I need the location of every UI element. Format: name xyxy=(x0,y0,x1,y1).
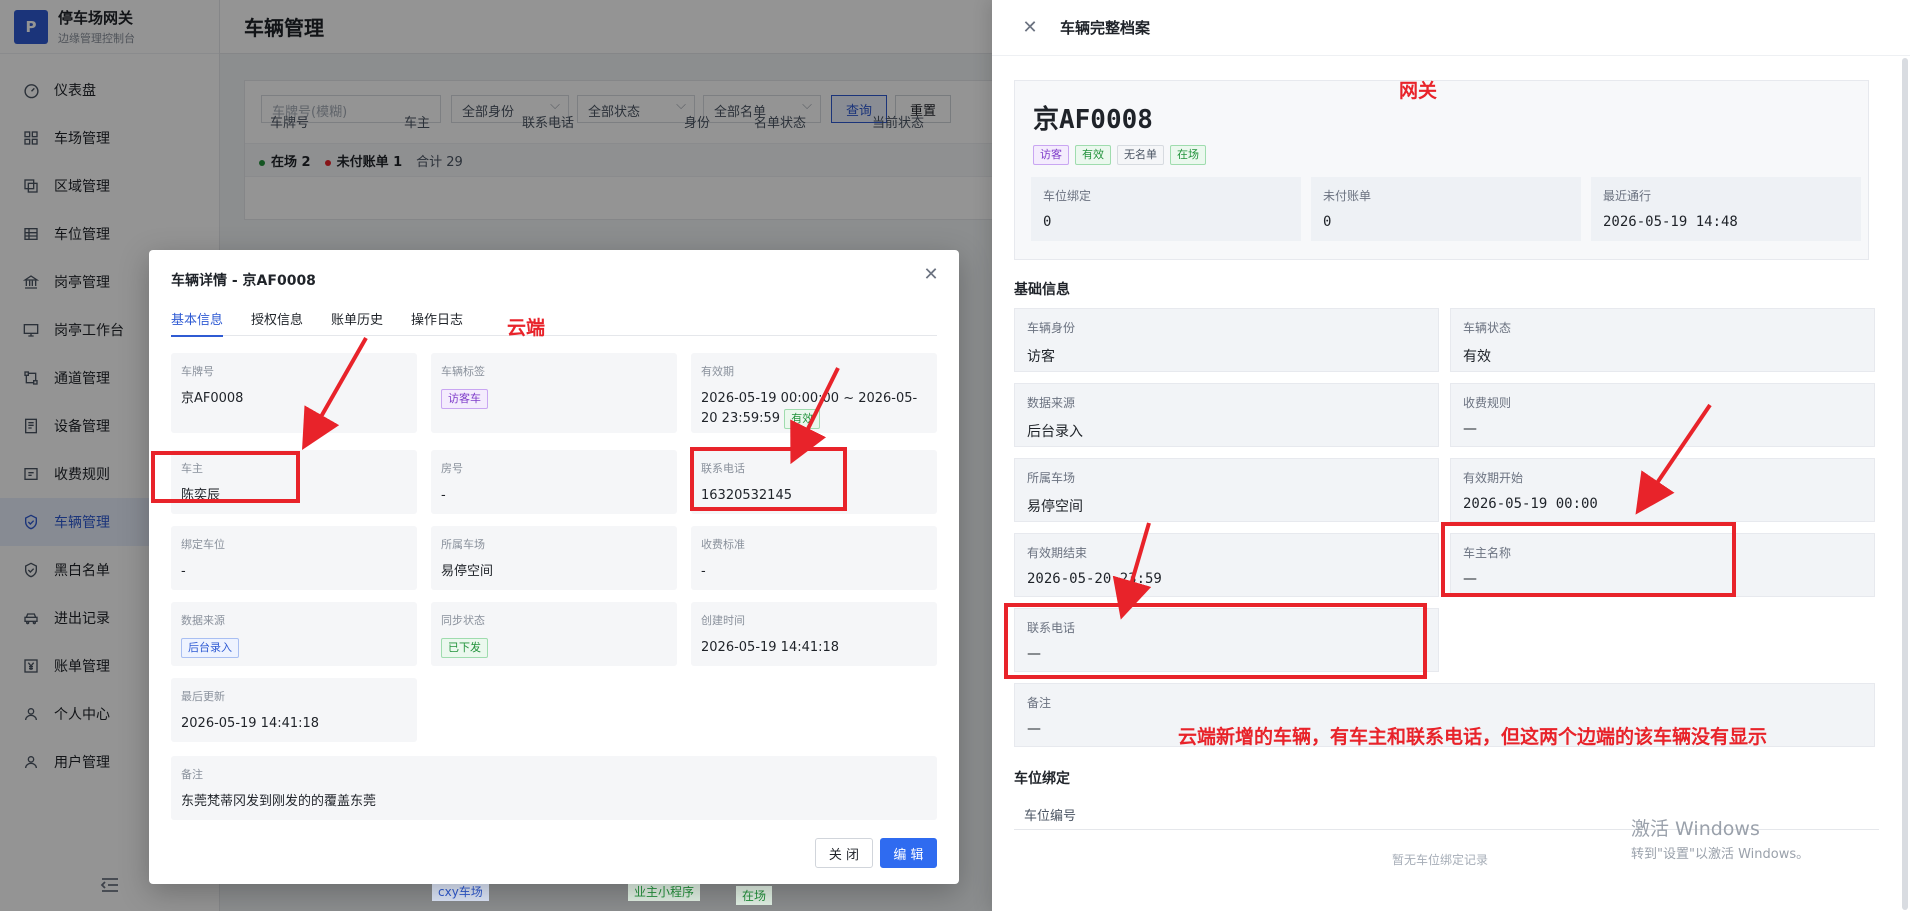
status-tags: 访客 有效 无名单 在场 xyxy=(1033,145,1206,165)
plate-number: 京AF0008 xyxy=(1033,105,1153,135)
field-created: 创建时间 2026-05-19 14:41:18 xyxy=(691,602,937,666)
modal-tabs: 基本信息 授权信息 账单历史 操作日志 xyxy=(171,300,937,337)
field-source: 数据来源 后台录入 xyxy=(171,602,417,666)
annotation-box-owner-name xyxy=(1441,522,1736,597)
binding-empty-text: 暂无车位绑定记录 xyxy=(1392,853,1489,867)
tab-operation-log[interactable]: 操作日志 xyxy=(411,300,463,336)
behind-lot-tag: cxy车场 xyxy=(432,882,489,901)
windows-watermark: 激活 Windows 转到"设置"以激活 Windows。 xyxy=(1631,818,1810,862)
info-valid-start: 有效期开始 2026-05-19 00:00 xyxy=(1450,458,1875,522)
col-space-number: 车位编号 xyxy=(1024,809,1077,824)
presence-tag: 在场 xyxy=(1170,145,1206,165)
tab-auth-info[interactable]: 授权信息 xyxy=(251,300,303,336)
sync-badge: 已下发 xyxy=(441,638,488,658)
behind-source-tag: 业主小程序 xyxy=(628,882,701,901)
info-identity: 车辆身份 访客 xyxy=(1014,308,1439,372)
source-badge: 后台录入 xyxy=(181,638,239,658)
info-lot: 所属车场 易停空间 xyxy=(1014,458,1439,522)
annotation-cloud-label: 云端 xyxy=(507,317,546,339)
annotation-box-phone xyxy=(690,447,847,511)
field-validity: 有效期 2026-05-19 00:00:00 ~ 2026-05-20 23:… xyxy=(691,353,937,433)
drawer-title: 车辆完整档案 xyxy=(1060,19,1151,37)
close-icon[interactable]: ✕ xyxy=(1020,17,1040,38)
edit-button[interactable]: 编 辑 xyxy=(880,838,937,868)
drawer-scrollbar[interactable] xyxy=(1902,58,1908,910)
close-button[interactable]: 关 闭 xyxy=(815,838,873,868)
field-lot: 所属车场 易停空间 xyxy=(431,526,677,590)
vehicle-tag-badge: 访客车 xyxy=(441,389,488,409)
stat-last-pass: 最近通行 2026-05-19 14:48 xyxy=(1591,177,1861,241)
close-icon[interactable]: ✕ xyxy=(921,264,941,285)
annotation-gateway-label: 网关 xyxy=(1399,80,1438,102)
field-fee-standard: 收费标准 - xyxy=(691,526,937,590)
basic-info-title: 基础信息 xyxy=(1014,282,1070,298)
summary-card: 京AF0008 访客 有效 无名单 在场 车位绑定 0 未付账单 0 最近通行 … xyxy=(1014,80,1869,260)
drawer-header: ✕ 车辆完整档案 xyxy=(992,0,1910,56)
stat-space-binding: 车位绑定 0 xyxy=(1031,177,1301,241)
annotation-note: 云端新增的车辆，有车主和联系电话，但这两个边端的该车辆没有显示 xyxy=(1178,726,1768,748)
validity-badge: 有效 xyxy=(784,409,821,429)
validity-tag: 有效 xyxy=(1075,145,1111,165)
tab-bill-history[interactable]: 账单历史 xyxy=(331,300,383,336)
info-status: 车辆状态 有效 xyxy=(1450,308,1875,372)
vehicle-archive-drawer: ✕ 车辆完整档案 京AF0008 访客 有效 无名单 在场 车位绑定 0 未付账… xyxy=(992,0,1910,911)
field-sync: 同步状态 已下发 xyxy=(431,602,677,666)
field-tag: 车辆标签 访客车 xyxy=(431,353,677,433)
field-updated: 最后更新 2026-05-19 14:41:18 xyxy=(171,678,417,742)
field-room: 房号 - xyxy=(431,450,677,514)
binding-title: 车位绑定 xyxy=(1014,771,1070,787)
annotation-box-owner xyxy=(151,451,300,503)
list-tag: 无名单 xyxy=(1117,145,1164,165)
stat-unpaid-bills: 未付账单 0 xyxy=(1311,177,1581,241)
info-valid-end: 有效期结束 2026-05-20 23:59 xyxy=(1014,533,1439,597)
modal-title: 车辆详情 - 京AF0008 xyxy=(171,273,316,289)
field-bound-space: 绑定车位 - xyxy=(171,526,417,590)
info-source: 数据来源 后台录入 xyxy=(1014,383,1439,447)
info-fee-rule: 收费规则 — xyxy=(1450,383,1875,447)
behind-status-tag: 在场 xyxy=(736,886,773,905)
vehicle-detail-modal: 车辆详情 - 京AF0008 ✕ 基本信息 授权信息 账单历史 操作日志 车牌号… xyxy=(149,250,959,884)
annotation-box-gateway-phone xyxy=(1004,603,1427,679)
identity-tag: 访客 xyxy=(1033,145,1069,165)
tab-basic-info[interactable]: 基本信息 xyxy=(171,300,224,337)
field-remark: 备注 东莞梵蒂冈发到刚发的的覆盖东莞 xyxy=(171,756,937,820)
field-plate: 车牌号 京AF0008 xyxy=(171,353,417,433)
